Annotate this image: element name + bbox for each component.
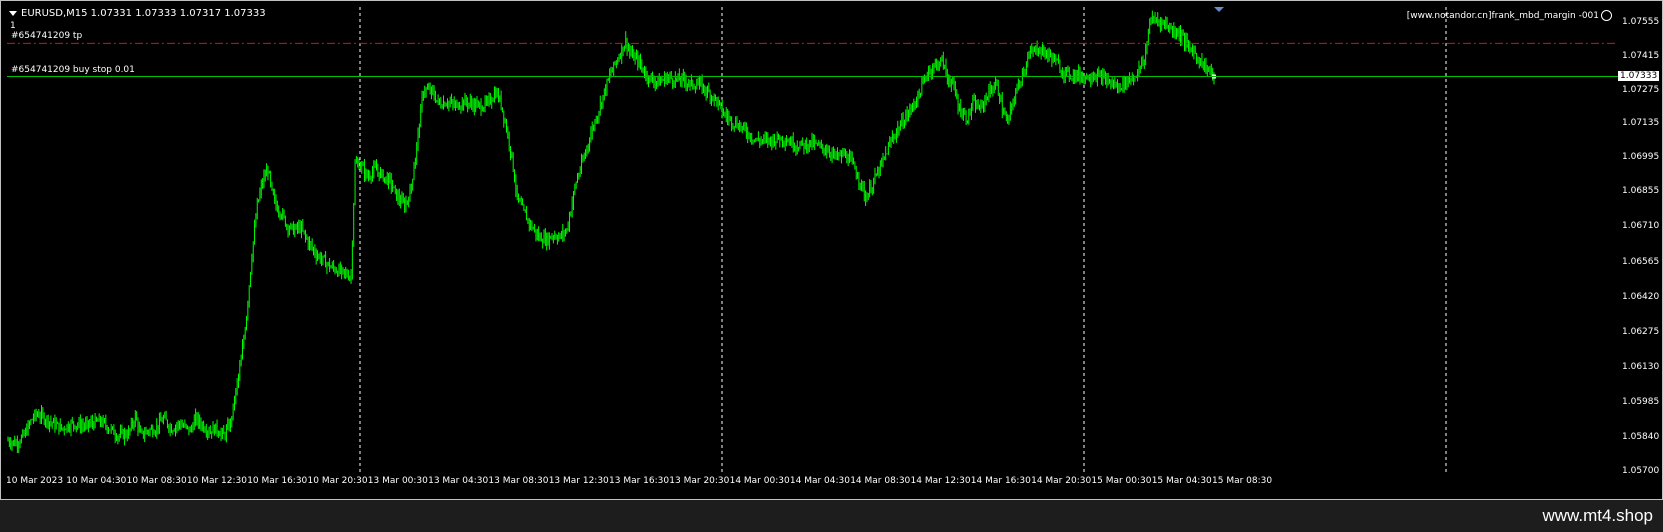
copyright-label: [www.notandor.cn]frank_mbd_margin -001 — [1407, 10, 1612, 21]
time-tick-label: 13 Mar 04:30 — [428, 476, 489, 486]
time-tick-label: 13 Mar 08:30 — [488, 476, 549, 486]
price-tick-label: 1.07415 — [1622, 50, 1660, 61]
time-tick-label: 10 Mar 2023 — [6, 476, 64, 486]
price-tick-label: 1.05985 — [1622, 396, 1660, 407]
time-tick-label: 14 Mar 08:30 — [850, 476, 911, 486]
time-tick-label: 14 Mar 00:30 — [729, 476, 790, 486]
price-tick-label: 1.07135 — [1622, 118, 1660, 129]
chart-window[interactable]: EURUSD,M15 1.07331 1.07333 1.07317 1.073… — [0, 0, 1663, 500]
sub-window-label: 1 — [10, 21, 16, 31]
price-tick-label: 1.06420 — [1622, 291, 1660, 302]
tp-order-label: #654741209 tp — [11, 31, 83, 42]
price-tick-label: 1.06130 — [1622, 361, 1660, 372]
chevron-down-icon[interactable] — [9, 10, 17, 16]
time-tick-label: 10 Mar 20:30 — [307, 476, 368, 486]
time-tick-label: 10 Mar 08:30 — [126, 476, 187, 486]
time-tick-label: 14 Mar 04:30 — [789, 476, 850, 486]
time-tick-label: 10 Mar 16:30 — [247, 476, 308, 486]
time-tick-label: 10 Mar 04:30 — [66, 476, 127, 486]
price-tick-label: 1.07275 — [1622, 84, 1660, 95]
smiley-icon — [1601, 10, 1612, 21]
time-tick-label: 15 Mar 08:30 — [1212, 476, 1273, 486]
watermark: www.mt4.shop — [1542, 506, 1653, 525]
entry-order-label: #654741209 buy stop 0.01 — [11, 64, 135, 75]
price-tick-label: 1.06275 — [1622, 326, 1660, 337]
price-tick-label: 1.06855 — [1622, 186, 1660, 197]
time-tick-label: 15 Mar 00:30 — [1091, 476, 1152, 486]
time-tick-label: 14 Mar 16:30 — [970, 476, 1031, 486]
time-tick-label: 10 Mar 12:30 — [186, 476, 247, 486]
time-tick-label: 13 Mar 20:30 — [669, 476, 730, 486]
price-tick-label: 1.05700 — [1622, 466, 1660, 476]
price-tick-label: 1.05840 — [1622, 432, 1660, 443]
time-tick-label: 13 Mar 00:30 — [367, 476, 428, 486]
price-tick-label: 1.06565 — [1622, 256, 1660, 267]
price-tick-label: 1.07555 — [1622, 16, 1660, 27]
current-price-tag: 1.07333 — [1618, 70, 1660, 81]
price-tick-label: 1.06995 — [1622, 152, 1660, 163]
time-tick-label: 13 Mar 12:30 — [548, 476, 609, 486]
time-tick-label: 14 Mar 20:30 — [1031, 476, 1092, 486]
time-tick-label: 14 Mar 12:30 — [910, 476, 971, 486]
price-tick-label: 1.06710 — [1622, 221, 1660, 232]
time-tick-label: 15 Mar 04:30 — [1151, 476, 1212, 486]
symbol-text: EURUSD,M15 1.07331 1.07333 1.07317 1.073… — [21, 8, 266, 19]
price-plot[interactable] — [7, 7, 1618, 472]
time-tick-label: 13 Mar 16:30 — [609, 476, 670, 486]
copyright-text: [www.notandor.cn]frank_mbd_margin -001 — [1406, 11, 1599, 21]
top-marker-icon — [1214, 7, 1224, 12]
symbol-info[interactable]: EURUSD,M15 1.07331 1.07333 1.07317 1.073… — [9, 8, 266, 19]
order-lines — [7, 42, 1618, 78]
